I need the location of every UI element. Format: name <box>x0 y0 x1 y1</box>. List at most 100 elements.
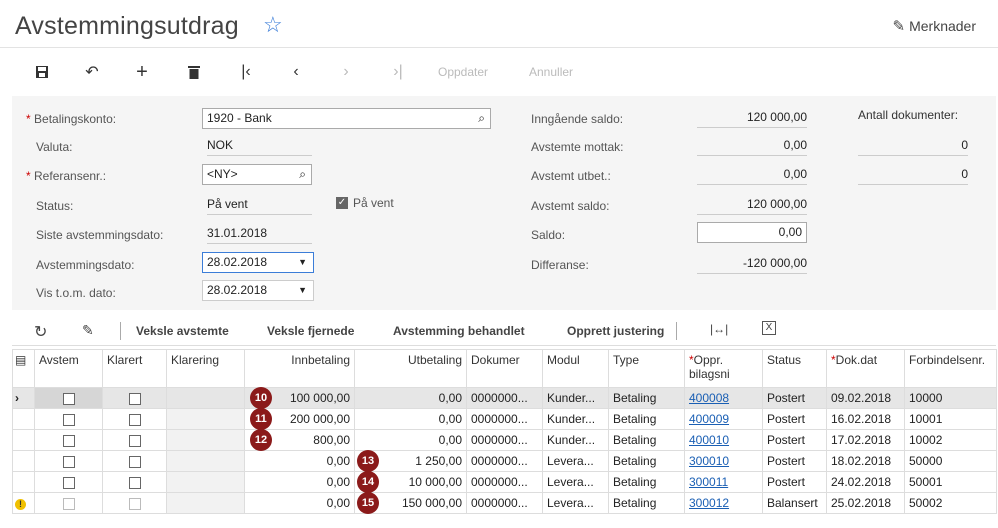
row-selector-header-icon[interactable]: ▤ <box>12 349 35 388</box>
status-cell[interactable]: Postert <box>762 408 827 430</box>
cleared-cell[interactable] <box>102 429 167 451</box>
refresh-button[interactable]: Oppdater <box>438 65 488 79</box>
col-header-module[interactable]: Modul <box>542 349 609 388</box>
doc-date-cell[interactable]: 09.02.2018 <box>826 387 905 409</box>
status-cell[interactable]: Postert <box>762 429 827 451</box>
row-checkbox[interactable] <box>128 455 141 468</box>
reconcile-cell[interactable] <box>34 471 103 493</box>
search-icon[interactable]: ⌕ <box>478 109 485 128</box>
refresh-icon[interactable]: ↻ <box>34 322 47 342</box>
edit-pencil-icon[interactable]: ✎ <box>82 322 94 339</box>
document-cell[interactable]: 0000000... <box>466 408 543 430</box>
search-icon[interactable]: ⌕ <box>299 165 306 184</box>
table-row[interactable]: 0,00 10 000,00 0000000... Levera... Betaling… <box>12 471 997 493</box>
business-partner-cell[interactable]: 10001 <box>904 408 997 430</box>
cleared-cell[interactable] <box>102 471 167 493</box>
receipt-cell[interactable]: 0,00 <box>244 450 355 472</box>
col-header-document[interactable]: Dokumer <box>466 349 543 388</box>
orig-ref-cell[interactable]: 300010 <box>684 450 763 472</box>
reconcile-cell[interactable] <box>34 450 103 472</box>
row-checkbox[interactable] <box>62 413 75 426</box>
status-cell[interactable]: Balansert <box>762 492 827 514</box>
undo-icon[interactable]: ↶ <box>82 60 102 84</box>
excel-export-icon[interactable]: X <box>762 321 776 335</box>
orig-ref-link[interactable]: 400010 <box>689 433 729 447</box>
row-checkbox[interactable] <box>128 497 141 510</box>
col-header-reconcile[interactable]: Avstem <box>34 349 103 388</box>
type-cell[interactable]: Betaling <box>608 408 685 430</box>
toggle-reconciled-button[interactable]: Veksle avstemte <box>136 324 229 338</box>
status-cell[interactable]: Postert <box>762 387 827 409</box>
row-checkbox[interactable] <box>62 497 75 510</box>
module-cell[interactable]: Levera... <box>542 471 609 493</box>
reconcile-cell[interactable] <box>34 492 103 514</box>
orig-ref-cell[interactable]: 300011 <box>684 471 763 493</box>
favorite-star-icon[interactable]: ☆ <box>263 12 283 38</box>
balance-input[interactable]: 0,00 <box>697 222 807 243</box>
orig-ref-cell[interactable]: 400008 <box>684 387 763 409</box>
cleared-cell[interactable] <box>102 450 167 472</box>
business-partner-cell[interactable]: 50001 <box>904 471 997 493</box>
cleared-cell[interactable] <box>102 408 167 430</box>
reconcile-cell[interactable] <box>34 408 103 430</box>
create-adjustment-button[interactable]: Opprett justering <box>567 324 664 338</box>
fit-columns-icon[interactable]: |↔| <box>710 322 728 336</box>
dropdown-arrow-icon[interactable]: ▼ <box>298 253 307 272</box>
col-header-status[interactable]: Status <box>762 349 827 388</box>
clearing-cell[interactable] <box>166 429 245 451</box>
on-hold-checkbox[interactable]: ✓ På vent <box>336 196 394 210</box>
orig-ref-link[interactable]: 400008 <box>689 391 729 405</box>
orig-ref-link[interactable]: 300012 <box>689 496 729 510</box>
type-cell[interactable]: Betaling <box>608 429 685 451</box>
row-checkbox[interactable] <box>128 392 141 405</box>
doc-date-cell[interactable]: 25.02.2018 <box>826 492 905 514</box>
row-checkbox[interactable] <box>128 434 141 447</box>
doc-date-cell[interactable]: 18.02.2018 <box>826 450 905 472</box>
disbursement-cell[interactable]: 0,00 <box>354 408 467 430</box>
doc-date-cell[interactable]: 17.02.2018 <box>826 429 905 451</box>
module-cell[interactable]: Kunder... <box>542 408 609 430</box>
row-checkbox[interactable] <box>62 392 75 405</box>
clearing-cell[interactable] <box>166 471 245 493</box>
business-partner-cell[interactable]: 50002 <box>904 492 997 514</box>
orig-ref-link[interactable]: 400009 <box>689 412 729 426</box>
module-cell[interactable]: Kunder... <box>542 429 609 451</box>
row-checkbox[interactable] <box>128 413 141 426</box>
module-cell[interactable]: Kunder... <box>542 387 609 409</box>
status-cell[interactable]: Postert <box>762 471 827 493</box>
col-header-orig-ref[interactable]: *Oppr. bilagsni <box>684 349 763 388</box>
show-to-date-input[interactable]: 28.02.2018 ▼ <box>202 280 314 301</box>
row-checkbox[interactable] <box>62 455 75 468</box>
col-header-type[interactable]: Type <box>608 349 685 388</box>
type-cell[interactable]: Betaling <box>608 471 685 493</box>
table-row[interactable]: 800,00 0,00 0000000... Kunder... Betaling 400… <box>12 429 997 451</box>
reference-input[interactable]: <NY> ⌕ <box>202 164 312 185</box>
row-checkbox[interactable] <box>128 476 141 489</box>
bank-account-input[interactable]: 1920 - Bank ⌕ <box>202 108 491 129</box>
document-cell[interactable]: 0000000... <box>466 429 543 451</box>
row-checkbox[interactable] <box>62 434 75 447</box>
row-marker[interactable] <box>12 429 35 451</box>
row-marker[interactable] <box>12 408 35 430</box>
orig-ref-cell[interactable]: 400010 <box>684 429 763 451</box>
cleared-cell[interactable] <box>102 387 167 409</box>
cleared-cell[interactable] <box>102 492 167 514</box>
add-icon[interactable]: + <box>132 60 152 84</box>
business-partner-cell[interactable]: 10000 <box>904 387 997 409</box>
clearing-cell[interactable] <box>166 387 245 409</box>
table-row[interactable]: ! 0,00 150 000,00 0000000... Levera... Betali… <box>12 492 997 514</box>
doc-date-cell[interactable]: 24.02.2018 <box>826 471 905 493</box>
row-marker[interactable]: ! <box>12 492 35 514</box>
receipt-cell[interactable]: 0,00 <box>244 471 355 493</box>
business-partner-cell[interactable]: 10002 <box>904 429 997 451</box>
status-cell[interactable]: Postert <box>762 450 827 472</box>
save-icon[interactable] <box>32 60 52 84</box>
doc-date-cell[interactable]: 16.02.2018 <box>826 408 905 430</box>
row-marker[interactable] <box>12 450 35 472</box>
next-record-icon[interactable]: › <box>336 60 356 84</box>
type-cell[interactable]: Betaling <box>608 387 685 409</box>
recon-processed-button[interactable]: Avstemming behandlet <box>393 324 525 338</box>
reconcile-cell[interactable] <box>34 387 103 409</box>
col-header-doc-date[interactable]: *Dok.dat <box>826 349 905 388</box>
table-row[interactable]: › 100 000,00 0,00 0000000... Kunder... Betali… <box>12 387 997 409</box>
